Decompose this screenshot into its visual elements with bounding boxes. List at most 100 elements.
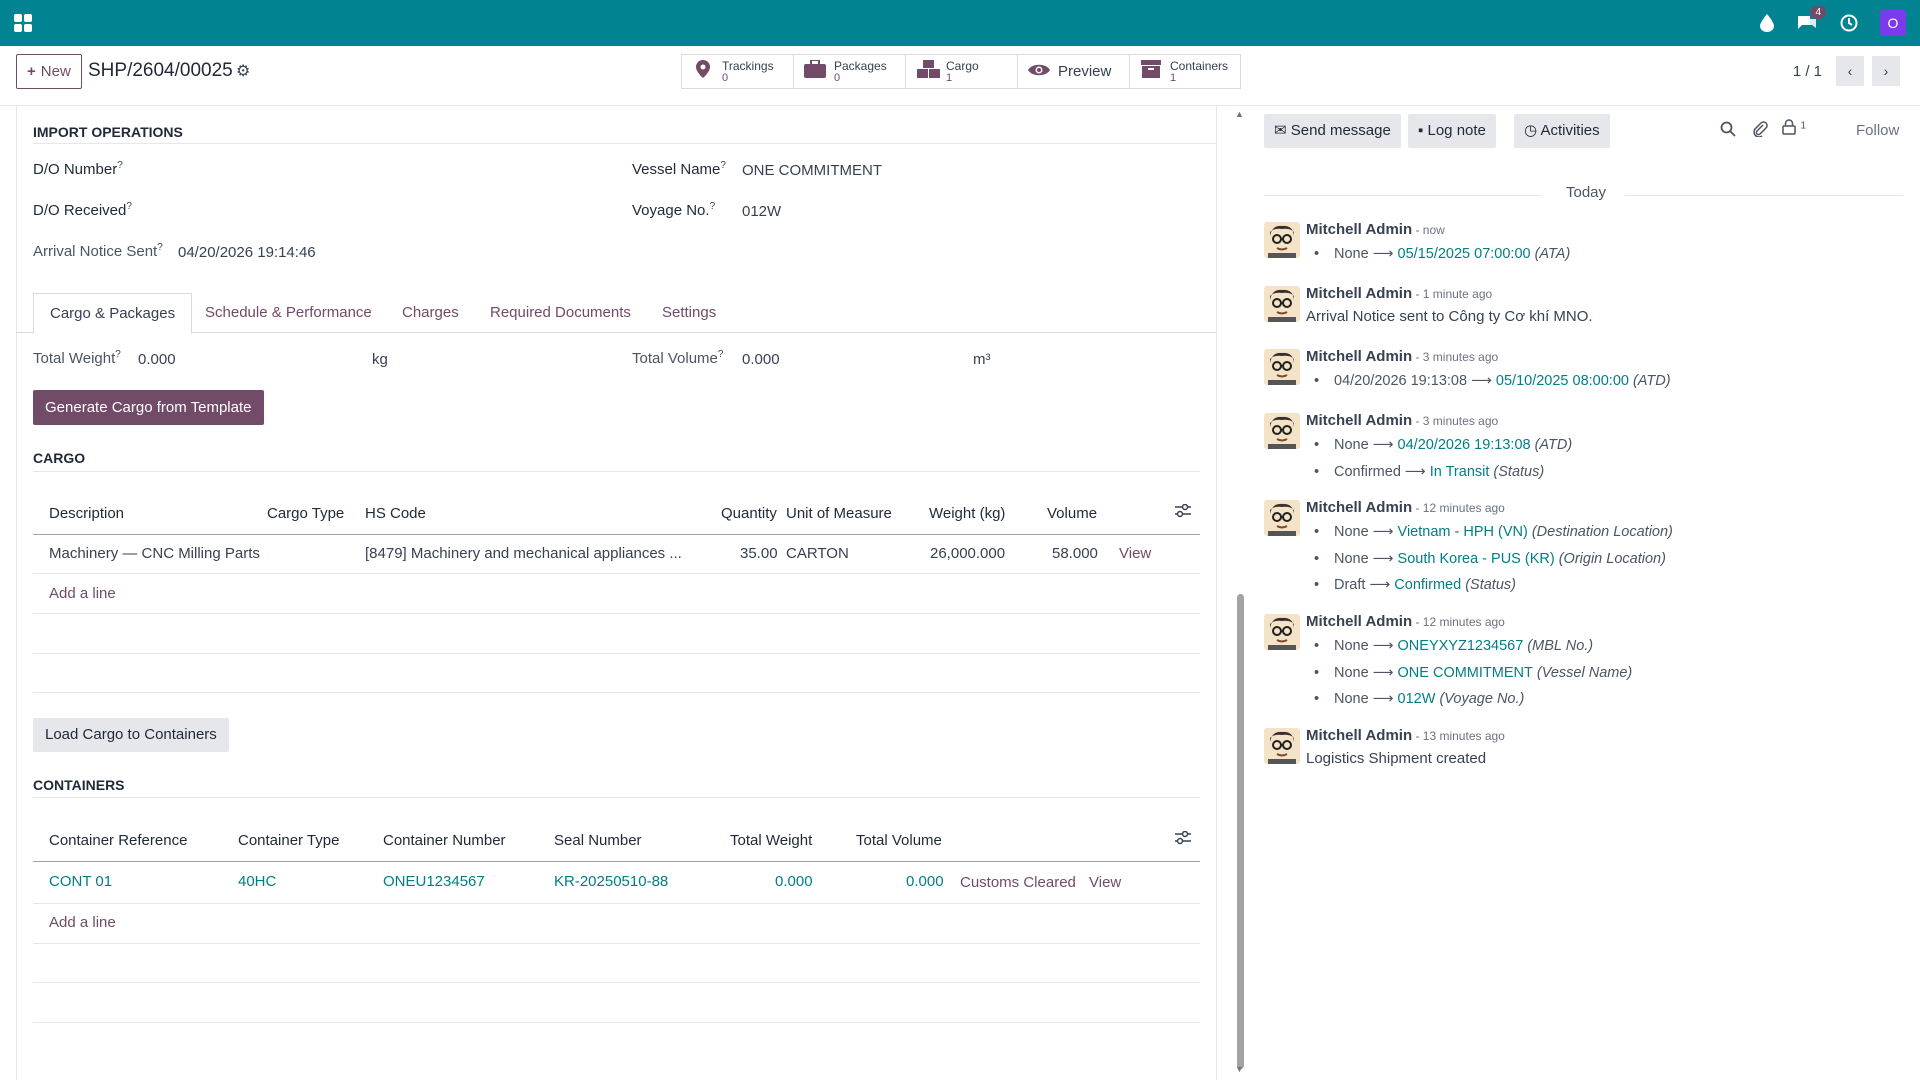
optional-columns-icon[interactable] bbox=[1175, 503, 1191, 523]
cargo-count: 1 bbox=[946, 71, 953, 84]
new-value: Vietnam - HPH (VN) bbox=[1397, 524, 1528, 540]
author-name[interactable]: Mitchell Admin bbox=[1306, 412, 1412, 429]
optional-columns-icon[interactable] bbox=[1175, 830, 1191, 850]
follow-button[interactable]: Follow bbox=[1856, 122, 1899, 139]
cubes-icon bbox=[916, 60, 940, 83]
search-icon[interactable] bbox=[1720, 121, 1736, 142]
author-name[interactable]: Mitchell Admin bbox=[1306, 613, 1412, 630]
col-quantity[interactable]: Quantity bbox=[721, 505, 777, 522]
tab-required-documents[interactable]: Required Documents bbox=[474, 293, 647, 334]
preview-smart-button[interactable]: Preview bbox=[1018, 55, 1130, 88]
scroll-down-icon[interactable]: ▼ bbox=[1235, 1064, 1244, 1074]
author-name[interactable]: Mitchell Admin bbox=[1306, 285, 1412, 302]
load-cargo-button[interactable]: Load Cargo to Containers bbox=[33, 718, 229, 752]
pager-value[interactable]: 1 / 1 bbox=[1793, 63, 1822, 80]
col-hs-code[interactable]: HS Code bbox=[365, 505, 426, 522]
arrow-right-icon: ⟶ bbox=[1467, 373, 1496, 389]
tab-charges[interactable]: Charges bbox=[386, 293, 475, 334]
vessel-name-value[interactable]: ONE COMMITMENT bbox=[742, 162, 882, 179]
col-weight[interactable]: Weight (kg) bbox=[929, 505, 1005, 522]
author-name[interactable]: Mitchell Admin bbox=[1306, 348, 1412, 365]
tab-cargo-packages[interactable]: Cargo & Packages bbox=[33, 293, 193, 334]
container-view-button[interactable]: View bbox=[1089, 874, 1121, 891]
tab-schedule-performance[interactable]: Schedule & Performance bbox=[189, 293, 388, 334]
message-author[interactable]: Mitchell Admin - 3 minutes ago bbox=[1306, 348, 1498, 365]
cargo-hs-code[interactable]: [8479] Machinery and mechanical applianc… bbox=[365, 545, 682, 562]
packages-smart-button[interactable]: Packages 0 bbox=[794, 55, 906, 88]
avatar[interactable] bbox=[1264, 222, 1300, 258]
row-divider bbox=[33, 1022, 1200, 1023]
avatar[interactable] bbox=[1264, 500, 1300, 536]
message-author[interactable]: Mitchell Admin - 12 minutes ago bbox=[1306, 613, 1505, 630]
col-container-reference[interactable]: Container Reference bbox=[49, 832, 187, 849]
pager-previous-button[interactable]: ‹ bbox=[1836, 56, 1864, 86]
activities-button[interactable]: ◷ Activities bbox=[1514, 114, 1610, 148]
col-unit-of-measure[interactable]: Unit of Measure bbox=[786, 505, 892, 522]
col-cargo-type[interactable]: Cargo Type bbox=[267, 505, 344, 522]
avatar[interactable] bbox=[1264, 349, 1300, 385]
col-volume[interactable]: Volume bbox=[1047, 505, 1097, 522]
field-name: (Vessel Name) bbox=[1532, 664, 1633, 681]
message-author[interactable]: Mitchell Admin - 12 minutes ago bbox=[1306, 499, 1505, 516]
arrival-notice-value[interactable]: 04/20/2026 19:14:46 bbox=[178, 244, 316, 261]
cargo-weight[interactable]: 26,000.000 bbox=[930, 545, 1005, 562]
tab-settings[interactable]: Settings bbox=[646, 293, 732, 334]
messages-icon[interactable]: 4 bbox=[1796, 6, 1826, 32]
containers-smart-button[interactable]: Containers 1 bbox=[1130, 55, 1240, 88]
col-seal-number[interactable]: Seal Number bbox=[554, 832, 642, 849]
generate-cargo-button[interactable]: Generate Cargo from Template bbox=[33, 390, 264, 425]
activity-clock-icon[interactable] bbox=[1840, 14, 1858, 32]
author-name[interactable]: Mitchell Admin bbox=[1306, 499, 1412, 516]
message-author[interactable]: Mitchell Admin - 13 minutes ago bbox=[1306, 727, 1505, 744]
cargo-smart-button[interactable]: Cargo 1 bbox=[906, 55, 1018, 88]
trackings-count: 0 bbox=[722, 71, 729, 84]
debug-drop-icon[interactable] bbox=[1760, 14, 1774, 32]
cargo-add-line[interactable]: Add a line bbox=[49, 585, 116, 602]
container-add-line[interactable]: Add a line bbox=[49, 914, 116, 931]
scroll-up-icon[interactable]: ▲ bbox=[1235, 109, 1244, 119]
col-container-type[interactable]: Container Type bbox=[238, 832, 339, 849]
container-number[interactable]: ONEU1234567 bbox=[383, 873, 485, 890]
pager-next-button[interactable]: › bbox=[1872, 56, 1900, 86]
message-author[interactable]: Mitchell Admin - 3 minutes ago bbox=[1306, 412, 1498, 429]
send-message-button[interactable]: ✉ Send message bbox=[1264, 114, 1401, 148]
cargo-volume[interactable]: 58.000 bbox=[1052, 545, 1098, 562]
author-name[interactable]: Mitchell Admin bbox=[1306, 221, 1412, 238]
gear-icon[interactable]: ⚙ bbox=[236, 61, 250, 81]
avatar[interactable] bbox=[1264, 286, 1300, 322]
total-weight-label: Total Weight? bbox=[33, 349, 121, 367]
log-note-button[interactable]: ▪ Log note bbox=[1408, 114, 1496, 148]
scroll-thumb[interactable] bbox=[1237, 594, 1244, 1069]
apps-menu-icon[interactable] bbox=[14, 14, 32, 32]
user-avatar[interactable]: O bbox=[1880, 10, 1906, 36]
cargo-uom[interactable]: CARTON bbox=[786, 545, 849, 562]
followers-icon[interactable]: 1 bbox=[1782, 119, 1806, 140]
col-container-number[interactable]: Container Number bbox=[383, 832, 506, 849]
avatar[interactable] bbox=[1264, 728, 1300, 764]
trackings-smart-button[interactable]: Trackings 0 bbox=[682, 55, 794, 88]
arrow-right-icon: ⟶ bbox=[1368, 664, 1398, 681]
container-seal[interactable]: KR-20250510-88 bbox=[554, 873, 668, 890]
cargo-description[interactable]: Machinery — CNC Milling Parts bbox=[49, 545, 260, 562]
cargo-view-button[interactable]: View bbox=[1119, 545, 1151, 562]
avatar[interactable] bbox=[1264, 413, 1300, 449]
message-author[interactable]: Mitchell Admin - now bbox=[1306, 221, 1445, 238]
container-type[interactable]: 40HC bbox=[238, 873, 276, 890]
arrow-right-icon: ⟶ bbox=[1368, 550, 1398, 567]
container-ref[interactable]: CONT 01 bbox=[49, 873, 112, 890]
paperclip-icon[interactable] bbox=[1752, 121, 1768, 142]
cargo-quantity[interactable]: 35.00 bbox=[740, 545, 778, 562]
voyage-no-value[interactable]: 012W bbox=[742, 203, 781, 220]
form-scrollbar[interactable]: ▲ ▼ bbox=[1232, 106, 1248, 1080]
container-volume[interactable]: 0.000 bbox=[906, 873, 944, 890]
col-total-weight[interactable]: Total Weight bbox=[730, 832, 812, 849]
col-description[interactable]: Description bbox=[49, 505, 124, 522]
avatar[interactable] bbox=[1264, 614, 1300, 650]
message-time: - 3 minutes ago bbox=[1412, 414, 1499, 428]
author-name[interactable]: Mitchell Admin bbox=[1306, 727, 1412, 744]
customs-cleared-button[interactable]: Customs Cleared bbox=[960, 874, 1076, 891]
message-author[interactable]: Mitchell Admin - 1 minute ago bbox=[1306, 285, 1492, 302]
new-button[interactable]: + New bbox=[16, 54, 82, 89]
col-total-volume[interactable]: Total Volume bbox=[856, 832, 942, 849]
container-weight[interactable]: 0.000 bbox=[775, 873, 813, 890]
